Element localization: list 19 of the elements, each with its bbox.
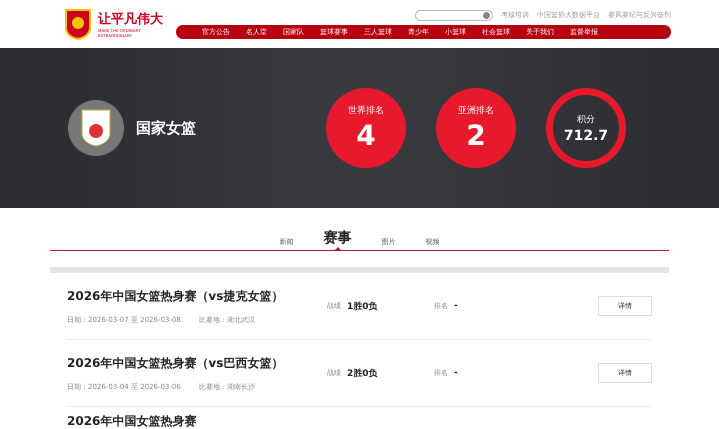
event-title: 2026年中国女篮热身赛（vs巴西女篮） [67,354,284,372]
rank-value: - [454,301,458,311]
slogan: 让平凡伟大 [98,11,163,28]
event-title: 2026年中国女篮热身赛（vs捷克女篮） [67,288,284,304]
search-field[interactable] [415,10,493,20]
search-icon[interactable] [483,12,490,18]
tab[interactable]: 赛事 [324,229,352,250]
stat-value: 712.7 [564,128,608,144]
record-value: 1胜0负 [347,300,378,312]
stat-value: 2 [466,119,486,152]
stat-label: 世界排名 [348,104,384,117]
record-value: 2胜0负 [347,368,378,380]
emblem-icon [64,8,92,40]
team-name: 国家女篮 [136,118,197,138]
stat-value: 4 [356,119,376,152]
stat-label: 亚洲排名 [458,104,494,117]
stat-label: 积分 [577,114,595,126]
event-title: 2026年中国女篮热身赛 [67,413,196,429]
rank-value: - [454,368,458,378]
